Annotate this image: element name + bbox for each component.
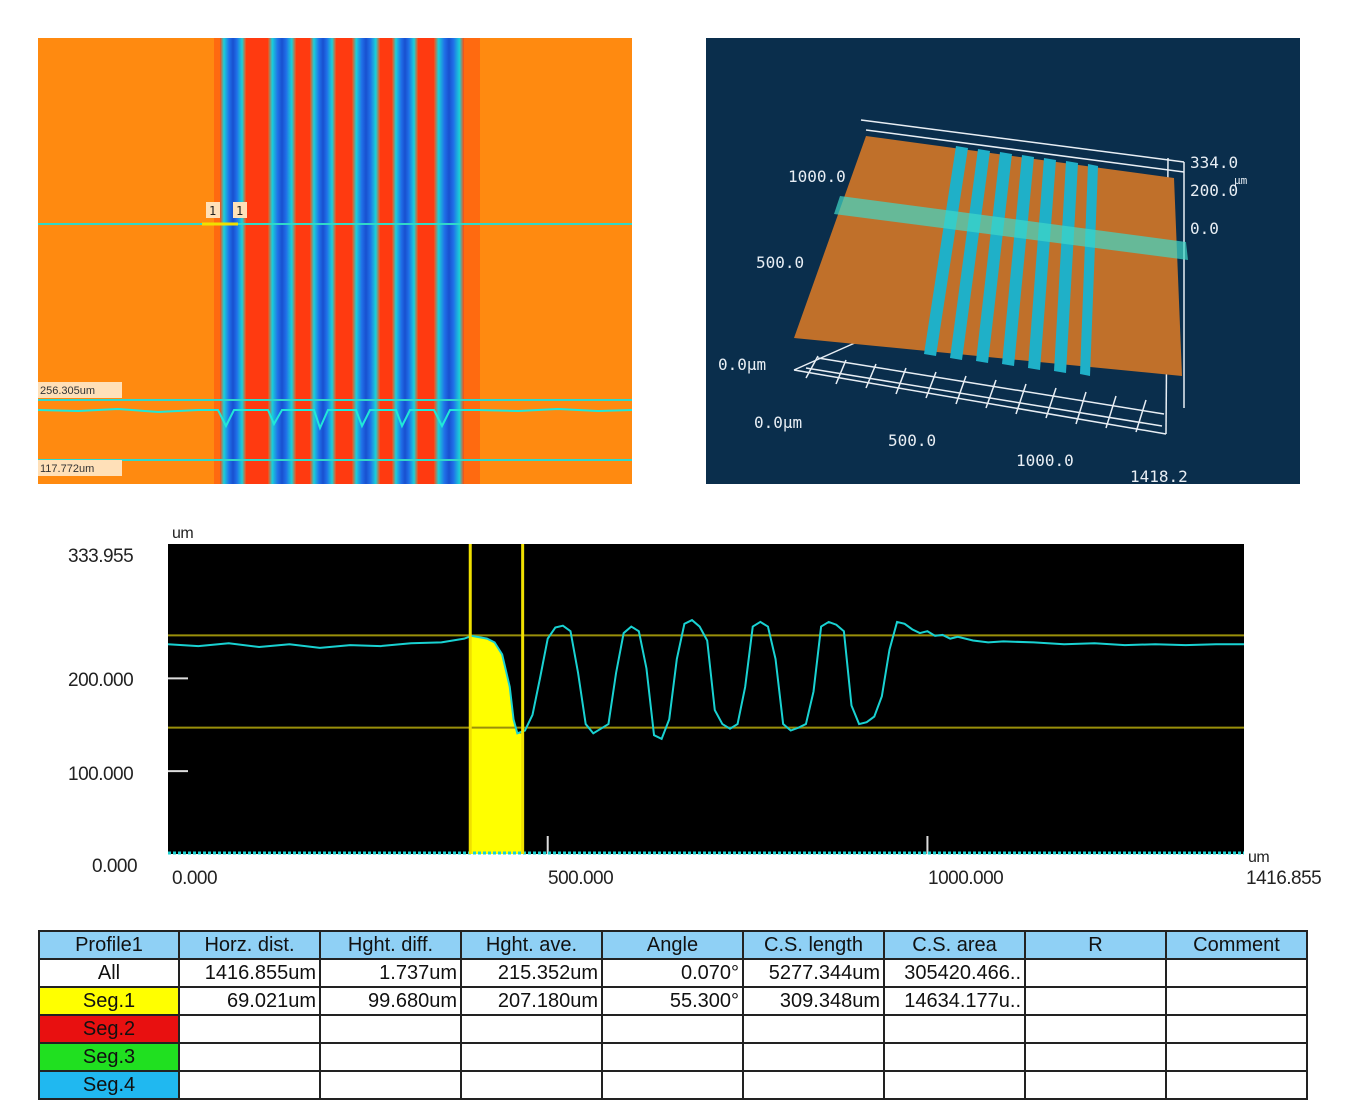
column-header[interactable]: Hght. ave.: [460, 930, 603, 960]
table-cell: 99.680um: [319, 986, 462, 1016]
table-cell: 1.737um: [319, 958, 462, 988]
row-label[interactable]: Seg.1: [38, 986, 180, 1016]
table-cell: [178, 1070, 321, 1100]
column-header[interactable]: Hght. diff.: [319, 930, 462, 960]
table-cell: [1165, 958, 1308, 988]
3d-surface-image: 1000.0 500.0 0.0µm 0.0µm 500.0 1000.0 14…: [718, 119, 1248, 484]
table-cell: [742, 1070, 885, 1100]
table-cell: [1024, 986, 1167, 1016]
table-cell: [1024, 1042, 1167, 1072]
table-cell: [460, 1014, 603, 1044]
table-cell: [601, 1070, 744, 1100]
table-cell: [883, 1014, 1026, 1044]
column-header[interactable]: Horz. dist.: [178, 930, 321, 960]
table-cell: [742, 1014, 885, 1044]
table-cell: 5277.344um: [742, 958, 885, 988]
y-tick-label-200: 200.000: [68, 670, 133, 691]
row-label[interactable]: All: [38, 958, 180, 988]
table-header-row: Profile1 Horz. dist. Hght. diff. Hght. ave.…: [38, 930, 1308, 960]
table-cell: [1024, 958, 1167, 988]
table-row[interactable]: Seg.1 69.021um 99.680um 207.180um 55.300° 309…: [38, 986, 1308, 1016]
upper-line-label: 256.305um: [40, 385, 95, 397]
height-map-view[interactable]: 1 1 256.305um 117.772um: [38, 38, 632, 484]
3d-x-tick-0: 0.0µm: [754, 413, 802, 432]
table-cell: [460, 1070, 603, 1100]
table-cell: [178, 1042, 321, 1072]
3d-z-tick-334: 334.0: [1190, 153, 1238, 172]
table-cell: [319, 1070, 462, 1100]
column-header[interactable]: Angle: [601, 930, 744, 960]
x-tick-label-max: 1416.855: [1246, 868, 1321, 889]
table-cell: [883, 1042, 1026, 1072]
table-cell: [1165, 986, 1308, 1016]
x-tick-label-500: 500.000: [548, 868, 613, 889]
column-header[interactable]: R: [1024, 930, 1167, 960]
table-row[interactable]: All 1416.855um 1.737um 215.352um 0.070° 5277.…: [38, 958, 1308, 988]
table-cell: [460, 1042, 603, 1072]
table-cell: [1165, 1042, 1308, 1072]
chart-plot-area: [168, 544, 1244, 854]
table-cell: [1165, 1014, 1308, 1044]
3d-y-tick-500: 500.0: [756, 253, 804, 272]
table-cell: [178, 1014, 321, 1044]
table-cell: 55.300°: [601, 986, 744, 1016]
column-header[interactable]: C.S. area: [883, 930, 1026, 960]
3d-y-tick-0: 0.0µm: [718, 355, 766, 374]
y-tick-label-100: 100.000: [68, 764, 133, 785]
3d-surface-view[interactable]: 1000.0 500.0 0.0µm 0.0µm 500.0 1000.0 14…: [706, 38, 1300, 484]
column-header[interactable]: Comment: [1165, 930, 1308, 960]
3d-z-unit: µm: [1234, 174, 1248, 187]
table-cell: 305420.466..: [883, 958, 1026, 988]
table-cell: [1024, 1070, 1167, 1100]
results-table: Profile1 Horz. dist. Hght. diff. Hght. ave.…: [38, 930, 1308, 1100]
table-cell: [601, 1042, 744, 1072]
3d-x-tick-1418: 1418.2: [1130, 467, 1188, 484]
table-row[interactable]: Seg.4: [38, 1070, 1308, 1100]
column-header[interactable]: Profile1: [38, 930, 180, 960]
table-cell: [742, 1042, 885, 1072]
height-map-image: 1 1 256.305um 117.772um: [38, 38, 632, 484]
x-tick-label-1000: 1000.000: [928, 868, 1003, 889]
table-cell: [1165, 1070, 1308, 1100]
3d-x-tick-1000: 1000.0: [1016, 451, 1074, 470]
row-label[interactable]: Seg.3: [38, 1042, 180, 1072]
y-tick-label-0: 0.000: [92, 856, 137, 877]
table-cell: 215.352um: [460, 958, 603, 988]
y-axis-unit: um: [172, 525, 193, 542]
y-tick-label-333955: 333.955: [68, 546, 133, 567]
row-label[interactable]: Seg.2: [38, 1014, 180, 1044]
table-cell: 69.021um: [178, 986, 321, 1016]
table-cell: [319, 1042, 462, 1072]
x-axis-unit: um: [1248, 849, 1269, 866]
table-cell: [601, 1014, 744, 1044]
table-cell: 14634.177u..: [883, 986, 1026, 1016]
cursor-marker-2: 1: [236, 204, 243, 218]
table-cell: [1024, 1014, 1167, 1044]
3d-z-tick-0: 0.0: [1190, 219, 1219, 238]
x-tick-label-0: 0.000: [172, 868, 217, 889]
table-cell: 0.070°: [601, 958, 744, 988]
table-cell: [883, 1070, 1026, 1100]
cursor-marker-1: 1: [209, 204, 216, 218]
row-label[interactable]: Seg.4: [38, 1070, 180, 1100]
3d-y-tick-1000: 1000.0: [788, 167, 846, 186]
valley-stripes: [214, 38, 480, 484]
column-header[interactable]: C.S. length: [742, 930, 885, 960]
3d-z-tick-200: 200.0: [1190, 181, 1238, 200]
table-cell: [319, 1014, 462, 1044]
table-cell: 1416.855um: [178, 958, 321, 988]
3d-x-tick-500: 500.0: [888, 431, 936, 450]
table-row[interactable]: Seg.2: [38, 1014, 1308, 1044]
lower-line-label: 117.772um: [40, 463, 94, 475]
profile-chart[interactable]: um 333.955 200.000 100.000 0.000 0.000 5…: [0, 510, 1360, 910]
table-cell: 309.348um: [742, 986, 885, 1016]
table-row[interactable]: Seg.3: [38, 1042, 1308, 1072]
table-cell: 207.180um: [460, 986, 603, 1016]
